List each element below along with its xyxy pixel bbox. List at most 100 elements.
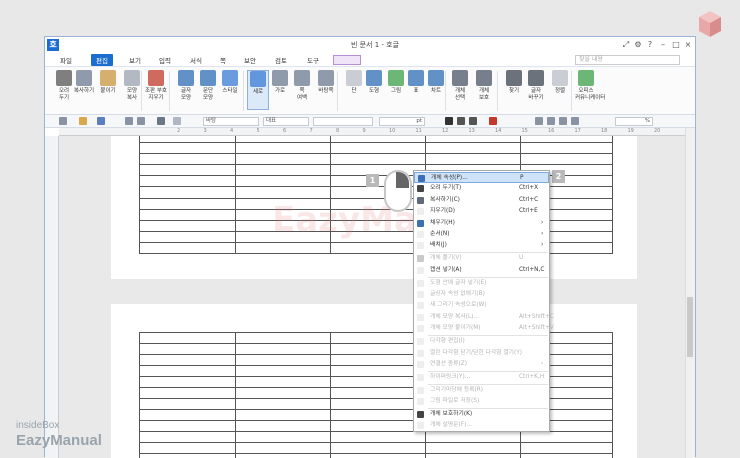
fullscreen-icon[interactable]: ⤢ [621, 39, 631, 50]
context-menu-item[interactable]: 순서(N) › [414, 229, 549, 240]
redo-icon[interactable] [173, 117, 181, 125]
menu-item-icon [417, 338, 424, 346]
ruler-mark: 20 [654, 128, 661, 134]
ribbon-button-label: 스타일 [222, 88, 238, 94]
vertical-scrollbar[interactable] [685, 128, 695, 458]
ribbon-button-copy[interactable]: 복사하기 [73, 70, 95, 95]
menu-item-icon [417, 291, 424, 298]
menu-file[interactable]: 파일 [60, 55, 72, 65]
menu-insert[interactable]: 입력 [159, 55, 171, 65]
ribbon-button-char-shape[interactable]: 글자 모양 [175, 70, 197, 102]
ribbon-button-portrait[interactable]: 세로 [247, 70, 269, 110]
align-center-icon[interactable] [547, 117, 555, 125]
ribbon-button-label: 글자 바꾸기 [528, 88, 544, 101]
ribbon-button-protect-object[interactable]: 개체 보호 [473, 70, 495, 102]
ribbon-button-paste[interactable]: 붙이기 [97, 70, 119, 95]
justify-icon[interactable] [571, 117, 579, 125]
help-icon[interactable]: ? [645, 39, 655, 50]
menu-edit[interactable]: 편집 [91, 54, 113, 66]
ribbon-button-landscape[interactable]: 가로 [269, 70, 291, 95]
ruler-mark: 6 [283, 128, 287, 134]
menu-page[interactable]: 쪽 [220, 55, 226, 65]
scrollbar-thumb[interactable] [687, 297, 693, 357]
ribbon-button-clear-marks[interactable]: 조판 부호 지우기 [145, 70, 167, 102]
minimize-button[interactable]: – [658, 39, 668, 50]
context-menu-item[interactable]: 오려 두기(T) Ctrl+X [414, 183, 549, 194]
context-menu-item[interactable]: 개체 속성(P)... P [414, 172, 549, 183]
ruler-mark: 19 [627, 128, 634, 134]
menu-item-shortcut: Ctrl+K,H [519, 373, 545, 380]
ribbon-button-shape[interactable]: 도형 [363, 70, 385, 95]
ribbon-button-picture[interactable]: 그림 [385, 70, 407, 95]
ribbon-button-scissors[interactable]: 오려 두기 [53, 70, 75, 102]
context-menu-item: 열린 다각형 닫기/닫힌 다각형 열기(Y) [414, 348, 549, 359]
ribbon-button-replace[interactable]: 글자 바꾸기 [525, 70, 547, 102]
ribbon-button-format-painter[interactable]: 모양 복사 [121, 70, 143, 102]
ribbon-button-master-page[interactable]: 바탕쪽 [315, 70, 337, 95]
menu-review[interactable]: 검토 [275, 55, 287, 65]
ribbon-button-binoculars[interactable]: 찾기 [503, 70, 525, 95]
new-doc-icon[interactable] [59, 117, 67, 125]
ribbon-button-chart[interactable]: 차트 [425, 70, 447, 95]
menu-security[interactable]: 보안 [244, 55, 256, 65]
style-select[interactable]: 바탕 [203, 117, 259, 126]
font-lang-select[interactable]: 대표 [263, 117, 309, 126]
ribbon-button-label: 문단 모양 [202, 88, 214, 101]
context-menu-item[interactable]: 채우기(H) › [414, 218, 549, 229]
bold-icon[interactable] [445, 117, 453, 125]
table-column-line [612, 332, 613, 458]
ribbon-button-select-object[interactable]: 개체 선택 [449, 70, 471, 102]
menu-item-label: 하이퍼링크(Y)... [430, 373, 471, 380]
copy-icon [417, 196, 424, 204]
ruler-mark: 5 [256, 128, 260, 134]
ribbon-button-sort[interactable]: 정렬 [549, 70, 571, 95]
ribbon-button-communicator[interactable]: 오피스 커뮤니케이터 [575, 70, 605, 102]
font-size-field[interactable]: pt [379, 117, 425, 126]
zoom-field[interactable]: % [615, 117, 653, 126]
print-icon[interactable] [125, 117, 133, 125]
preview-icon[interactable] [137, 117, 145, 125]
table-context-tab[interactable] [333, 55, 361, 65]
ribbon-button-columns[interactable]: 단 [343, 70, 365, 95]
ribbon-button-table[interactable]: 표 [405, 70, 427, 95]
menu-item-icon [417, 302, 424, 310]
context-menu-item[interactable]: 복사하기(C) Ctrl+C [414, 195, 549, 206]
ribbon-button-style[interactable]: 스타일 [219, 70, 241, 95]
context-menu-item: 개체 모양 붙이기(M) Alt+Shift+V [414, 323, 554, 334]
context-menu-item[interactable]: 개체 보호하기(K) [414, 409, 549, 420]
menu-item-label: 오려 두기(T) [430, 185, 462, 192]
table-row-line [139, 442, 613, 443]
search-input[interactable]: 찾을 내용 [575, 55, 680, 65]
ribbon-button-margin[interactable]: 쪽 여백 [291, 70, 313, 102]
font-select[interactable] [313, 117, 373, 126]
table-column-line [330, 332, 331, 458]
ribbon-button-label: 바탕쪽 [318, 88, 334, 94]
table-column-line [235, 332, 236, 458]
menu-format[interactable]: 서식 [190, 55, 202, 65]
context-menu-item[interactable]: 지우기(D) Ctrl+E [414, 206, 549, 217]
context-menu-item[interactable]: 캡션 넣기(A) Ctrl+N,C [414, 265, 549, 276]
menu-item-label: 도형 안에 글자 넣기(E) [430, 279, 487, 286]
app-window: 호 빈 문서 1 - 호글 ⤢ ⚙ ? – □ × 파일 편집 보기 입력 서식… [44, 36, 696, 458]
menu-item-label: 순서(N) [430, 231, 450, 237]
undo-icon[interactable] [157, 117, 165, 125]
font-color-icon[interactable] [489, 117, 497, 125]
ribbon-button-para-shape[interactable]: 문단 모양 [197, 70, 219, 102]
scissors-icon [417, 185, 424, 193]
italic-icon[interactable] [457, 117, 465, 125]
close-button[interactable]: × [683, 39, 693, 50]
menu-item-label: 개체 설명문(F)... [430, 422, 472, 429]
align-right-icon[interactable] [559, 117, 567, 125]
align-left-icon[interactable] [535, 117, 543, 125]
open-folder-icon[interactable] [79, 117, 87, 125]
menu-view[interactable]: 보기 [129, 55, 141, 65]
underline-icon[interactable] [469, 117, 477, 125]
settings-icon[interactable]: ⚙ [633, 39, 643, 50]
maximize-button[interactable]: □ [671, 39, 681, 50]
context-menu: 개체 속성(P)... P 오려 두기(T) Ctrl+X 복사하기(C) Ctrl+C 지… [413, 170, 554, 432]
save-icon[interactable] [97, 117, 105, 125]
menu-tools[interactable]: 도구 [307, 55, 319, 65]
ribbon-button-label: 찾기 [508, 88, 520, 94]
ribbon-button-label: 모양 복사 [126, 88, 138, 101]
context-menu-item[interactable]: 배치(J) › [414, 240, 549, 251]
